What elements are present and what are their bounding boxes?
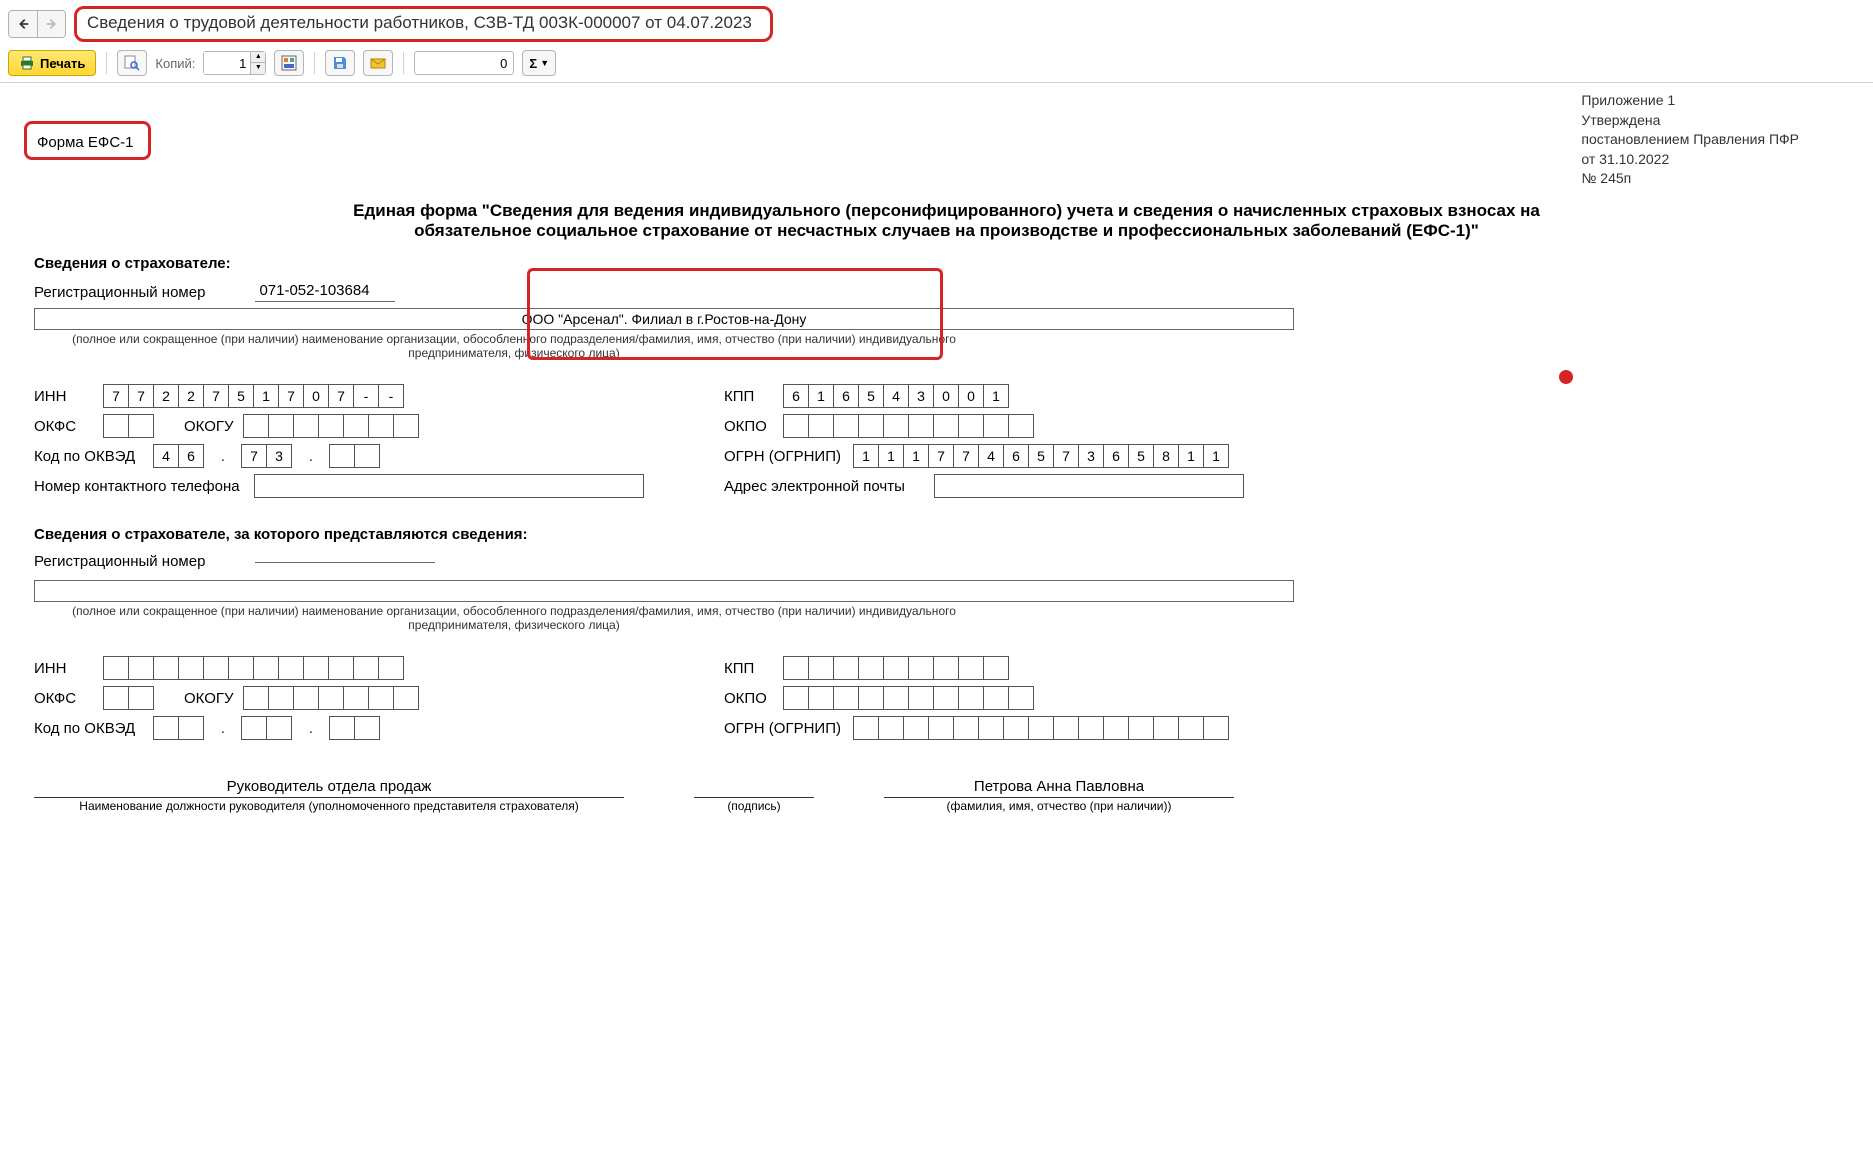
okved-cells-3: [330, 444, 380, 468]
email-field: [934, 474, 1244, 498]
sig-signature: [694, 776, 814, 798]
ogrn-label: ОГРН (ОГРНИП): [724, 448, 844, 465]
sigma-button[interactable]: Σ ▼: [522, 50, 556, 76]
okogu2-cells: [244, 686, 419, 710]
sum-input[interactable]: [414, 51, 514, 75]
magnifier-icon: [124, 55, 140, 71]
spin-up[interactable]: ▲: [251, 52, 265, 63]
phone-label: Номер контактного телефона: [34, 478, 244, 495]
back-button[interactable]: [9, 11, 37, 37]
okpo-cells: [784, 414, 1034, 438]
okfs2-cells: [104, 686, 154, 710]
copies-spinner: ▲ ▼: [203, 51, 266, 75]
okogu-label: ОКОГУ: [184, 418, 234, 435]
chevron-down-icon: ▼: [540, 58, 549, 68]
org2-name-field: [34, 580, 1294, 602]
sig-signature-hint: (подпись): [694, 799, 814, 813]
document-body: Форма ЕФС-1 Приложение 1 Утверждена пост…: [0, 83, 1873, 843]
regnum-label: Регистрационный номер: [34, 284, 205, 301]
okfs-cells: [104, 414, 154, 438]
sig-fio-hint: (фамилия, имя, отчество (при наличии)): [884, 799, 1234, 813]
approval-block: Приложение 1 Утверждена постановлением П…: [1581, 91, 1799, 189]
kpp-cells: 616543001: [784, 384, 1009, 408]
ogrn2-label: ОГРН (ОГРНИП): [724, 720, 844, 737]
okved-cells-2: 73: [242, 444, 292, 468]
ogrn2-cells: [854, 716, 1229, 740]
settings-button[interactable]: [274, 50, 304, 76]
regnum-value: 071-052-103684: [255, 282, 395, 302]
phone-field: [254, 474, 644, 498]
inn-cells: 7722751707--: [104, 384, 404, 408]
sig-fio: Петрова Анна Павловна: [884, 776, 1234, 798]
okfs-label: ОКФС: [34, 418, 94, 435]
spin-down[interactable]: ▼: [251, 63, 265, 74]
sig-position: Руководитель отдела продаж: [34, 776, 624, 798]
inn2-cells: [104, 656, 404, 680]
okpo-label: ОКПО: [724, 418, 774, 435]
kpp-label: КПП: [724, 388, 774, 405]
envelope-icon: [370, 55, 386, 71]
preview-button[interactable]: [117, 50, 147, 76]
signature-row: Руководитель отдела продаж Наименование …: [34, 776, 1859, 813]
okogu2-label: ОКОГУ: [184, 690, 234, 707]
save-button[interactable]: [325, 50, 355, 76]
form-name: Форма ЕФС-1: [37, 134, 134, 151]
inn2-label: ИНН: [34, 660, 94, 677]
toolbar: Печать Копий: ▲ ▼: [0, 46, 1873, 83]
ogrn-cells: 111774657365811: [854, 444, 1229, 468]
org-name-hint: (полное или сокращенное (при наличии) на…: [34, 332, 994, 360]
kpp2-label: КПП: [724, 660, 774, 677]
okfs2-label: ОКФС: [34, 690, 94, 707]
okved-cells-1: 46: [154, 444, 204, 468]
record-marker-icon: [1559, 370, 1573, 384]
document-title: Сведения о трудовой деятельности работни…: [74, 6, 773, 42]
okved-label: Код по ОКВЭД: [34, 448, 144, 465]
org-name-field: ООО "Арсенал". Филиал в г.Ростов-на-Дону: [34, 308, 1294, 330]
print-label: Печать: [40, 56, 85, 71]
okpo2-cells: [784, 686, 1034, 710]
sigma-icon: Σ: [529, 56, 537, 71]
email-button[interactable]: [363, 50, 393, 76]
copies-label: Копий:: [155, 56, 195, 71]
okpo2-label: ОКПО: [724, 690, 774, 707]
org2-name-hint: (полное или сокращенное (при наличии) на…: [34, 604, 994, 632]
okogu-cells: [244, 414, 419, 438]
form-title: Единая форма "Сведения для ведения индив…: [347, 201, 1547, 241]
regnum2-label: Регистрационный номер: [34, 553, 205, 570]
floppy-icon: [332, 55, 348, 71]
okved2-label: Код по ОКВЭД: [34, 720, 144, 737]
printer-icon: [19, 55, 35, 71]
email-label: Адрес электронной почты: [724, 478, 924, 495]
section1-header: Сведения о страхователе:: [34, 255, 1859, 272]
copies-input[interactable]: [204, 52, 250, 74]
nav-buttons: [8, 10, 66, 38]
kpp2-cells: [784, 656, 1009, 680]
regnum2-value: [255, 560, 435, 563]
forward-button[interactable]: [37, 11, 65, 37]
arrow-left-icon: [16, 17, 30, 31]
inn-label: ИНН: [34, 388, 94, 405]
arrow-right-icon: [45, 17, 59, 31]
print-button[interactable]: Печать: [8, 50, 96, 76]
layout-icon: [281, 55, 297, 71]
sig-position-hint: Наименование должности руководителя (упо…: [34, 799, 624, 813]
section2-header: Сведения о страхователе, за которого пре…: [34, 526, 1859, 543]
